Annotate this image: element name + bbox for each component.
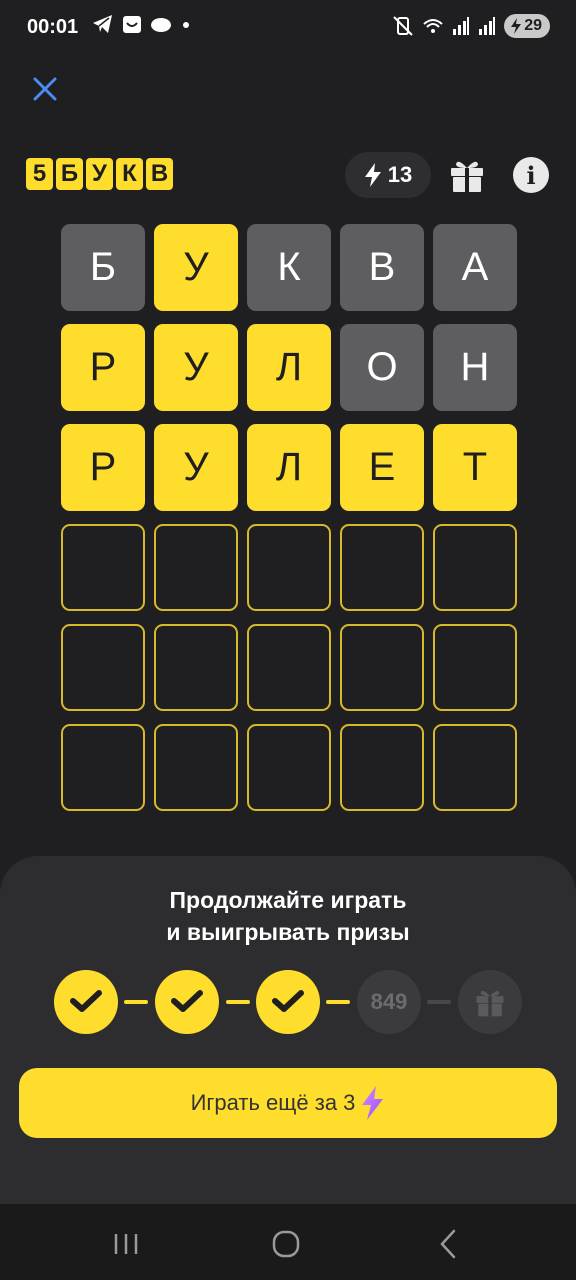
signal-2-icon bbox=[479, 17, 496, 35]
board-cell-empty bbox=[433, 624, 517, 711]
status-time: 00:01 bbox=[27, 16, 79, 38]
progress-step-next: 849 bbox=[357, 970, 421, 1034]
sheet-title-line: и выигрывать призы bbox=[166, 919, 410, 945]
back-icon bbox=[440, 1229, 456, 1259]
mute-vibrate-icon bbox=[393, 16, 413, 36]
recent-apps-icon bbox=[114, 1234, 138, 1254]
board-cell-empty bbox=[433, 524, 517, 611]
check-icon bbox=[70, 990, 102, 1012]
sheet-title-line: Продолжайте играть bbox=[169, 887, 407, 913]
board-cell-empty bbox=[340, 724, 424, 811]
board-cell: Б bbox=[61, 224, 145, 311]
cloud-24-icon bbox=[151, 18, 171, 32]
smile-app-icon bbox=[123, 16, 141, 33]
board-cell-empty bbox=[247, 524, 331, 611]
wifi-icon bbox=[423, 19, 443, 33]
board-cell-empty bbox=[247, 724, 331, 811]
board-cell: Р bbox=[61, 324, 145, 411]
progress-step-done bbox=[54, 970, 118, 1034]
status-icons-right: 29 bbox=[392, 14, 550, 38]
logo-tile: В bbox=[146, 158, 173, 190]
board-cell: У bbox=[154, 424, 238, 511]
board-cell: В bbox=[340, 224, 424, 311]
board-cell-empty bbox=[340, 524, 424, 611]
board-row bbox=[61, 724, 517, 811]
board-cell: Л bbox=[247, 324, 331, 411]
logo-tile: 5 bbox=[26, 158, 53, 190]
board-cell-empty bbox=[154, 624, 238, 711]
close-button[interactable] bbox=[28, 72, 62, 106]
board-cell-empty bbox=[154, 524, 238, 611]
progress-connector bbox=[326, 1000, 350, 1004]
gift-button[interactable] bbox=[448, 156, 486, 194]
logo-tile: К bbox=[116, 158, 143, 190]
board-cell: У bbox=[154, 324, 238, 411]
prize-progress: 849 bbox=[54, 970, 524, 1034]
lightning-icon bbox=[364, 163, 381, 187]
dot-icon bbox=[183, 22, 189, 28]
gift-icon bbox=[476, 990, 504, 1017]
play-again-label: Играть ещё за 3 bbox=[190, 1090, 356, 1115]
progress-connector bbox=[427, 1000, 451, 1004]
progress-step-done bbox=[155, 970, 219, 1034]
board-cell-empty bbox=[61, 524, 145, 611]
play-again-button[interactable]: Играть ещё за 3 bbox=[19, 1068, 557, 1138]
board-cell-empty bbox=[61, 724, 145, 811]
info-icon: i bbox=[526, 160, 536, 190]
progress-connector bbox=[226, 1000, 250, 1004]
progress-connector bbox=[124, 1000, 148, 1004]
home-button[interactable] bbox=[266, 1226, 306, 1262]
board-cell: Н bbox=[433, 324, 517, 411]
board-row bbox=[61, 624, 517, 711]
close-icon bbox=[33, 77, 57, 101]
board-cell: Л bbox=[247, 424, 331, 511]
board-row bbox=[61, 524, 517, 611]
battery-indicator: 29 bbox=[504, 14, 550, 38]
progress-step-prize bbox=[458, 970, 522, 1034]
board-cell: А bbox=[433, 224, 517, 311]
energy-count: 13 bbox=[387, 162, 413, 187]
check-icon bbox=[171, 990, 203, 1012]
board-cell: О bbox=[340, 324, 424, 411]
board-cell: Т bbox=[433, 424, 517, 511]
info-button[interactable]: i bbox=[513, 157, 549, 193]
board-cell-empty bbox=[433, 724, 517, 811]
board-cell-empty bbox=[154, 724, 238, 811]
logo-tile: Б bbox=[56, 158, 83, 190]
signal-1-icon bbox=[453, 17, 470, 35]
sheet-title: Продолжайте играть и выигрывать призы bbox=[0, 884, 576, 948]
board-row: РУЛОН bbox=[61, 324, 517, 411]
board-cell-empty bbox=[61, 624, 145, 711]
battery-level: 29 bbox=[524, 17, 542, 34]
game-board: БУКВАРУЛОНРУЛЕТ bbox=[61, 224, 517, 824]
charging-bolt-icon bbox=[511, 18, 522, 34]
lightning-icon bbox=[362, 1086, 384, 1120]
progress-step-label: 849 bbox=[370, 989, 408, 1014]
logo-tile: У bbox=[86, 158, 113, 190]
board-cell: К bbox=[247, 224, 331, 311]
progress-step-done bbox=[256, 970, 320, 1034]
status-bar: 00:01 29 bbox=[0, 0, 576, 56]
board-cell-empty bbox=[340, 624, 424, 711]
gift-icon bbox=[451, 161, 483, 192]
home-icon bbox=[272, 1230, 300, 1258]
board-cell-empty bbox=[247, 624, 331, 711]
recent-apps-button[interactable] bbox=[106, 1226, 146, 1262]
check-icon bbox=[272, 990, 304, 1012]
board-cell: Е bbox=[340, 424, 424, 511]
status-icons-left bbox=[92, 14, 192, 34]
system-nav-bar bbox=[0, 1204, 576, 1280]
board-row: РУЛЕТ bbox=[61, 424, 517, 511]
board-cell: Р bbox=[61, 424, 145, 511]
game-logo: 5 Б У К В bbox=[26, 158, 173, 190]
board-row: БУКВА bbox=[61, 224, 517, 311]
telegram-icon bbox=[93, 15, 112, 33]
board-cell: У bbox=[154, 224, 238, 311]
energy-counter[interactable]: 13 bbox=[345, 152, 431, 198]
back-button[interactable] bbox=[428, 1226, 468, 1262]
